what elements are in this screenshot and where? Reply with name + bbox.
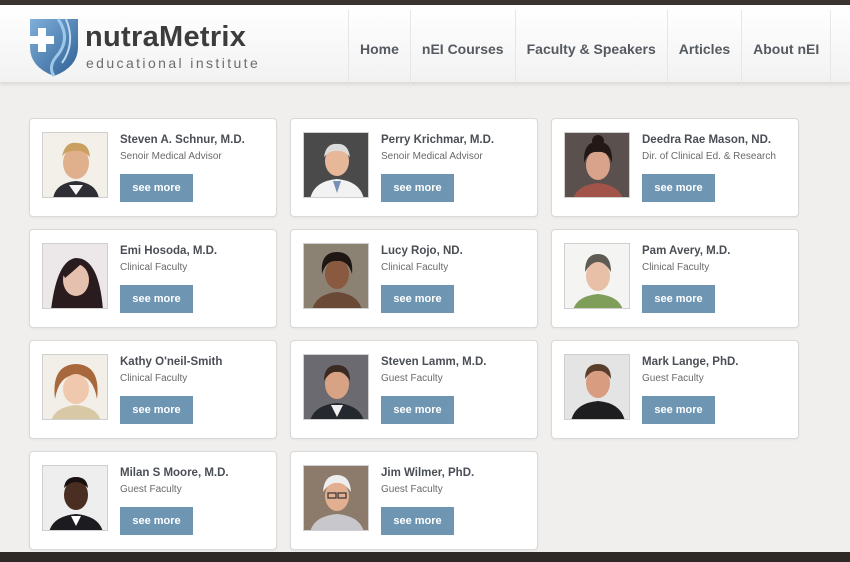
logo-name: nutraMetrix — [85, 21, 247, 53]
faculty-card: Lucy Rojo, ND. Clinical Faculty see more — [290, 229, 538, 328]
person-role: Clinical Faculty — [642, 262, 710, 273]
shield-cross-icon — [30, 18, 78, 77]
person-name: Pam Avery, M.D. — [642, 245, 731, 257]
portrait-photo[interactable] — [42, 354, 108, 420]
see-more-button[interactable]: see more — [642, 285, 715, 313]
bottom-border — [0, 552, 850, 562]
faculty-card: Emi Hosoda, M.D. Clinical Faculty see mo… — [29, 229, 277, 328]
portrait-photo[interactable] — [42, 243, 108, 309]
see-more-button[interactable]: see more — [381, 396, 454, 424]
portrait-photo[interactable] — [42, 132, 108, 198]
see-more-button[interactable]: see more — [642, 396, 715, 424]
person-role: Guest Faculty — [120, 484, 182, 495]
faculty-card: Mark Lange, PhD. Guest Faculty see more — [551, 340, 799, 439]
person-role: Senoir Medical Advisor — [381, 151, 483, 162]
faculty-card: Pam Avery, M.D. Clinical Faculty see mor… — [551, 229, 799, 328]
portrait-photo[interactable] — [42, 465, 108, 531]
portrait-photo[interactable] — [303, 243, 369, 309]
person-name: Jim Wilmer, PhD. — [381, 467, 475, 479]
portrait-photo[interactable] — [564, 354, 630, 420]
portrait-photo[interactable] — [303, 465, 369, 531]
portrait-photo[interactable] — [564, 243, 630, 309]
person-name: Lucy Rojo, ND. — [381, 245, 463, 257]
person-role: Guest Faculty — [381, 484, 443, 495]
nav-home[interactable]: Home — [348, 10, 410, 88]
person-name: Steven Lamm, M.D. — [381, 356, 487, 368]
see-more-button[interactable]: see more — [120, 507, 193, 535]
see-more-button[interactable]: see more — [120, 285, 193, 313]
see-more-button[interactable]: see more — [381, 285, 454, 313]
person-name: Milan S Moore, M.D. — [120, 467, 229, 479]
logo-tagline: educational institute — [86, 55, 261, 71]
person-role: Senoir Medical Advisor — [120, 151, 222, 162]
portrait-photo[interactable] — [303, 354, 369, 420]
person-role: Clinical Faculty — [120, 373, 188, 384]
person-name: Emi Hosoda, M.D. — [120, 245, 218, 257]
person-role: Guest Faculty — [381, 373, 443, 384]
person-name: Steven A. Schnur, M.D. — [120, 134, 245, 146]
nav-about-nei[interactable]: About nEI — [741, 10, 832, 88]
faculty-card: Perry Krichmar, M.D. Senoir Medical Advi… — [290, 118, 538, 217]
faculty-card: Steven Lamm, M.D. Guest Faculty see more — [290, 340, 538, 439]
see-more-button[interactable]: see more — [120, 396, 193, 424]
see-more-button[interactable]: see more — [120, 174, 193, 202]
nav-articles[interactable]: Articles — [666, 10, 741, 88]
person-role: Guest Faculty — [642, 373, 704, 384]
site-header: nutraMetrix educational institute Home n… — [0, 5, 850, 88]
faculty-card: Kathy O'neil-Smith Clinical Faculty see … — [29, 340, 277, 439]
person-role: Dir. of Clinical Ed. & Research — [642, 151, 776, 162]
logo[interactable]: nutraMetrix educational institute — [28, 13, 268, 79]
nav-faculty-speakers[interactable]: Faculty & Speakers — [514, 10, 667, 88]
person-name: Kathy O'neil-Smith — [120, 356, 223, 368]
faculty-card: Milan S Moore, M.D. Guest Faculty see mo… — [29, 451, 277, 550]
see-more-button[interactable]: see more — [381, 507, 454, 535]
nav-nei-courses[interactable]: nEI Courses — [409, 10, 515, 88]
see-more-button[interactable]: see more — [642, 174, 715, 202]
person-name: Perry Krichmar, M.D. — [381, 134, 495, 146]
portrait-photo[interactable] — [564, 132, 630, 198]
person-role: Clinical Faculty — [120, 262, 188, 273]
person-name: Deedra Rae Mason, ND. — [642, 134, 772, 146]
faculty-card: Deedra Rae Mason, ND. Dir. of Clinical E… — [551, 118, 799, 217]
person-role: Clinical Faculty — [381, 262, 449, 273]
faculty-card: Jim Wilmer, PhD. Guest Faculty see more — [290, 451, 538, 550]
faculty-grid: Steven A. Schnur, M.D. Senoir Medical Ad… — [29, 118, 800, 550]
faculty-card: Steven A. Schnur, M.D. Senoir Medical Ad… — [29, 118, 277, 217]
portrait-photo[interactable] — [303, 132, 369, 198]
main-nav: Home nEI Courses Faculty & Speakers Arti… — [348, 10, 832, 88]
see-more-button[interactable]: see more — [381, 174, 454, 202]
person-name: Mark Lange, PhD. — [642, 356, 739, 368]
